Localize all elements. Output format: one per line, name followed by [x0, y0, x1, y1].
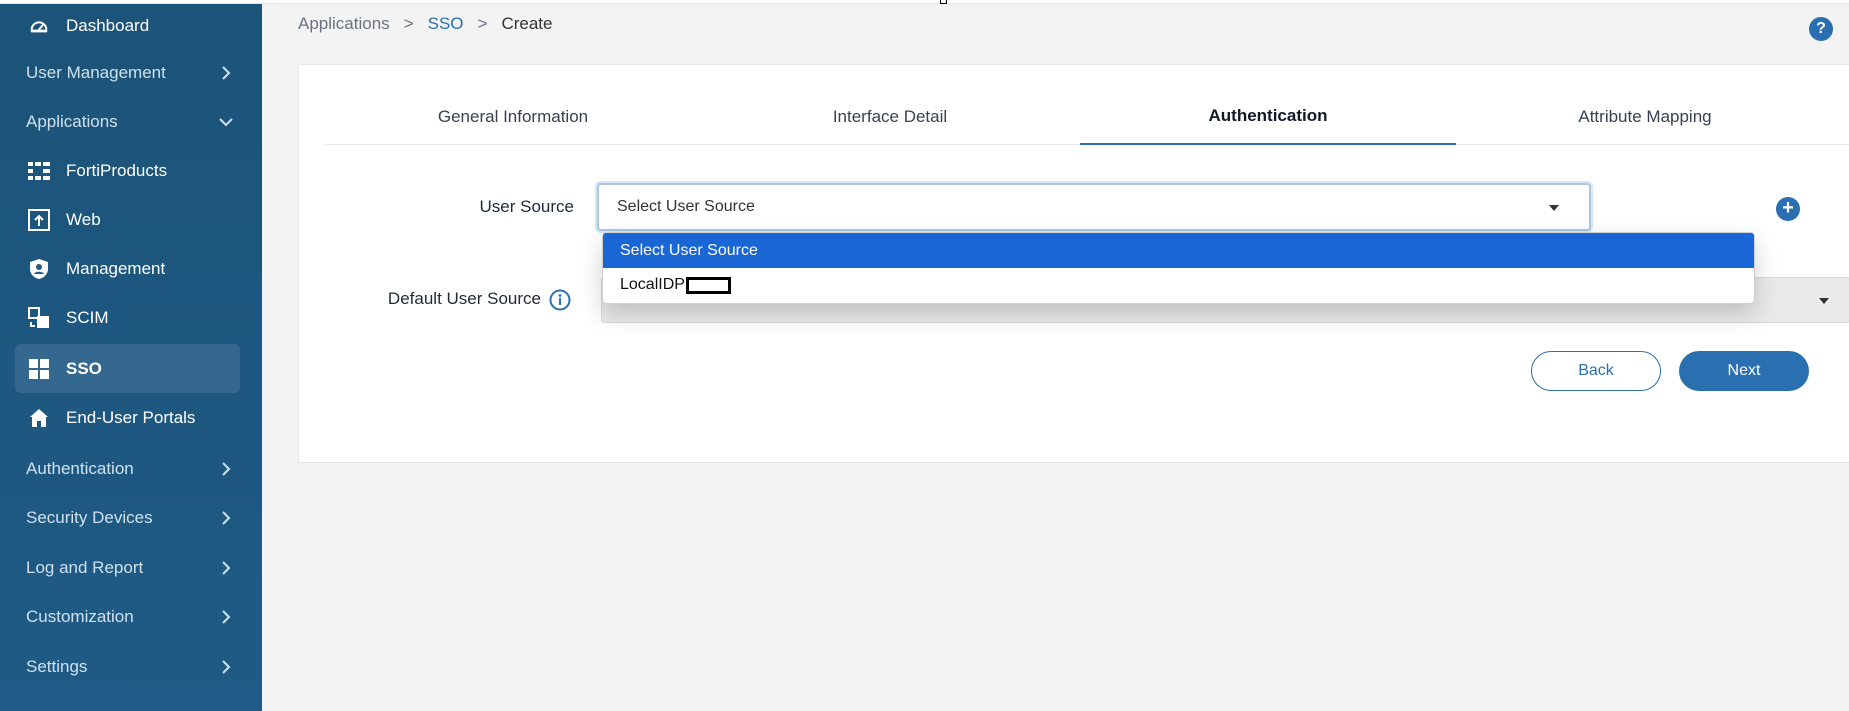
- sidebar-item-label: SCIM: [66, 307, 109, 327]
- sidebar-item-customization[interactable]: Customization: [0, 592, 262, 641]
- sidebar-item-label: Dashboard: [66, 15, 150, 35]
- sidebar-item-web[interactable]: Web: [0, 195, 262, 244]
- tab-attribute-mapping[interactable]: Attribute Mapping: [1457, 89, 1833, 145]
- grid-list-icon: [27, 159, 51, 183]
- sidebar-item-user-management[interactable]: User Management: [0, 48, 262, 97]
- sidebar-item-label: Management: [66, 258, 166, 278]
- option-label: Select User Source: [620, 241, 758, 259]
- sidebar-item-applications[interactable]: Applications: [0, 97, 262, 146]
- user-source-value: Select User Source: [617, 198, 755, 215]
- user-source-select[interactable]: Select User Source: [597, 183, 1591, 231]
- sidebar-item-label: Settings: [26, 656, 88, 676]
- dropdown-option-select-user-source[interactable]: Select User Source: [603, 233, 1754, 268]
- chevron-right-icon: [218, 609, 234, 625]
- sidebar-item-label: Customization: [26, 606, 134, 626]
- home-icon: [27, 406, 51, 430]
- sidebar-item-label: SSO: [66, 358, 102, 378]
- sidebar-item-label: End-User Portals: [66, 407, 196, 427]
- chevron-right-icon: [218, 560, 234, 576]
- info-icon[interactable]: [549, 289, 571, 311]
- top-bar: [0, 0, 1849, 4]
- sidebar-item-label: Authentication: [26, 458, 134, 478]
- breadcrumb-create: Create: [501, 14, 553, 33]
- caret-down-icon: [1819, 298, 1829, 304]
- wizard-tabs: General Information Interface Detail Aut…: [325, 89, 1849, 145]
- sidebar-item-label: FortiProducts: [66, 160, 168, 180]
- tab-authentication[interactable]: Authentication: [1080, 89, 1456, 145]
- breadcrumb-sso[interactable]: SSO: [428, 14, 464, 34]
- shield-user-icon: [27, 257, 51, 281]
- upload-window-icon: [27, 208, 51, 232]
- chevron-right-icon: [218, 65, 234, 81]
- breadcrumb-applications[interactable]: Applications: [298, 14, 390, 34]
- sidebar-item-security-devices[interactable]: Security Devices: [0, 493, 262, 542]
- sidebar-item-fortiproducts[interactable]: FortiProducts: [0, 146, 262, 195]
- sidebar-item-scim[interactable]: SCIM: [0, 293, 262, 342]
- sidebar-item-sso[interactable]: SSO: [15, 344, 240, 393]
- cursor-marker: [940, 0, 947, 4]
- sidebar-item-management[interactable]: Management: [0, 244, 262, 293]
- help-icon[interactable]: ?: [1809, 17, 1833, 41]
- sidebar-item-end-user-portals[interactable]: End-User Portals: [0, 393, 262, 442]
- default-user-source-label: Default User Source: [387, 289, 541, 308]
- chevron-right-icon: [218, 510, 234, 526]
- add-user-source-button[interactable]: +: [1776, 197, 1800, 221]
- dropdown-option-localidp[interactable]: LocalIDP: [603, 268, 1754, 302]
- sidebar-item-log-and-report[interactable]: Log and Report: [0, 543, 262, 592]
- option-label: LocalIDP: [620, 276, 685, 293]
- tab-interface-detail[interactable]: Interface Detail: [702, 89, 1078, 145]
- tiles-icon: [27, 357, 51, 381]
- tab-general-information[interactable]: General Information: [325, 89, 701, 145]
- back-button[interactable]: Back: [1531, 351, 1661, 391]
- next-button[interactable]: Next: [1679, 351, 1809, 391]
- user-source-dropdown: Select User Source LocalIDP: [602, 232, 1755, 304]
- user-source-label: User Source: [479, 197, 574, 216]
- sidebar-item-label: Security Devices: [26, 507, 153, 527]
- chevron-right-icon: [218, 659, 234, 675]
- chevron-right-icon: [218, 461, 234, 477]
- sidebar-item-authentication[interactable]: Authentication: [0, 444, 262, 493]
- breadcrumb-separator: >: [477, 14, 488, 33]
- breadcrumb-separator: >: [403, 14, 414, 33]
- sidebar: Dashboard User Management Applications F…: [0, 4, 262, 711]
- scim-icon: [27, 306, 51, 330]
- sidebar-item-label: Log and Report: [26, 557, 144, 577]
- gauge-icon: [27, 14, 51, 38]
- breadcrumb: Applications > SSO > Create: [298, 14, 552, 34]
- caret-down-icon: [1549, 205, 1559, 211]
- sidebar-item-label: User Management: [26, 62, 166, 82]
- sidebar-item-dashboard[interactable]: Dashboard: [0, 1, 262, 50]
- chevron-down-icon: [218, 114, 234, 130]
- sidebar-item-label: Applications: [26, 111, 118, 131]
- redaction-box: [685, 276, 731, 294]
- sidebar-item-label: Web: [66, 209, 101, 229]
- sidebar-item-settings[interactable]: Settings: [0, 642, 262, 691]
